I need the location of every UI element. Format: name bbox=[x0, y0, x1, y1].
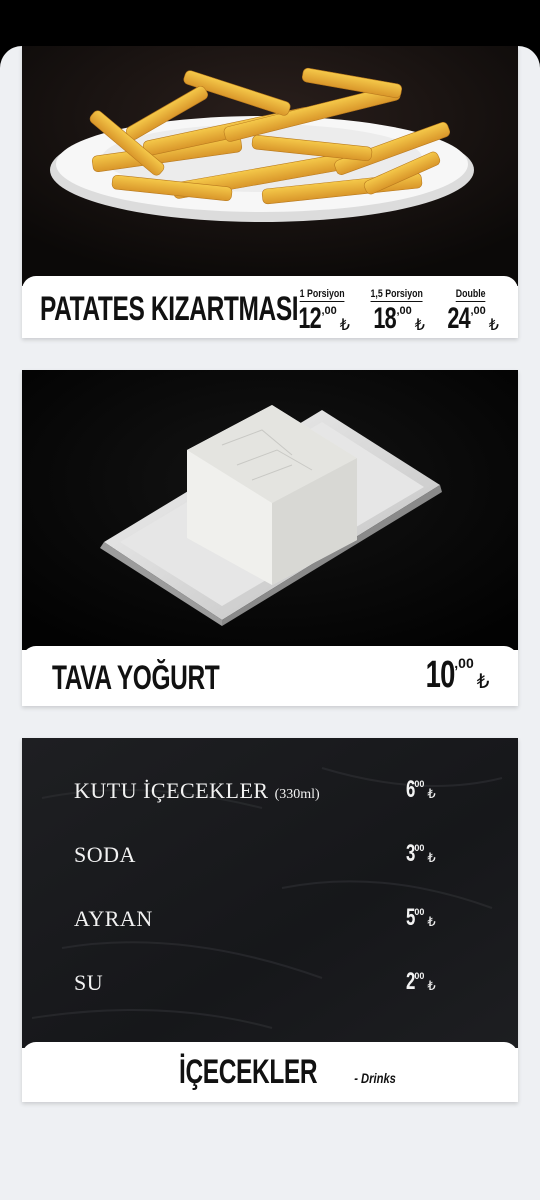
menu-card-yogurt[interactable]: TAVA YOĞURT 10 ,00 ₺ bbox=[22, 370, 518, 706]
price-label: Double bbox=[456, 288, 486, 302]
price-decimal: ,00 bbox=[396, 305, 412, 317]
drink-row-soda: SODA 3 00 ₺ bbox=[74, 842, 464, 868]
drink-price: 6 00 ₺ bbox=[404, 778, 436, 802]
price-integer: 24 bbox=[447, 302, 471, 335]
drink-name: AYRAN bbox=[74, 906, 153, 931]
drink-row-water: SU 2 00 ₺ bbox=[74, 970, 464, 996]
price-decimal: ,00 bbox=[321, 305, 337, 317]
section-title: İÇECEKLER bbox=[178, 1052, 318, 1091]
price-decimal: 00 bbox=[414, 971, 425, 981]
price-integer: 2 bbox=[406, 968, 416, 995]
item-title: PATATES KIZARTMASI bbox=[40, 290, 299, 328]
drink-row-can: KUTU İÇECEKLER (330ml) 6 00 ₺ bbox=[74, 778, 464, 804]
drink-price: 3 00 ₺ bbox=[404, 842, 436, 866]
price-one-half-portion: 1,5 Porsiyon 18 ,00 ₺ bbox=[362, 284, 432, 334]
drink-price: 2 00 ₺ bbox=[404, 970, 436, 994]
lira-icon: ₺ bbox=[414, 317, 425, 334]
section-subtitle: - Drinks bbox=[354, 1069, 396, 1086]
drink-note: (330ml) bbox=[274, 787, 320, 802]
drink-name: SU bbox=[74, 970, 104, 995]
fries-label-bar: PATATES KIZARTMASI 1 Porsiyon 12 ,00 ₺ 1… bbox=[22, 276, 518, 338]
price-integer: 18 bbox=[373, 302, 397, 335]
drink-name: KUTU İÇECEKLER bbox=[74, 778, 269, 803]
drink-price: 5 00 ₺ bbox=[404, 906, 436, 930]
price-decimal: 00 bbox=[414, 843, 425, 853]
menu-page: PATATES KIZARTMASI 1 Porsiyon 12 ,00 ₺ 1… bbox=[0, 46, 540, 1200]
price-double: Double 24 ,00 ₺ bbox=[436, 284, 506, 334]
price-decimal: ,00 bbox=[454, 655, 474, 671]
price-decimal: 00 bbox=[414, 779, 425, 789]
price-integer: 5 bbox=[406, 904, 416, 931]
drinks-label-bar: İÇECEKLER - Drinks bbox=[22, 1042, 518, 1102]
price-integer: 3 bbox=[406, 840, 416, 867]
price-label: 1,5 Porsiyon bbox=[370, 288, 424, 302]
price-one-portion: 1 Porsiyon 12 ,00 ₺ bbox=[292, 284, 352, 334]
price-integer: 10 bbox=[425, 654, 456, 696]
price-integer: 6 bbox=[406, 776, 416, 803]
yogurt-label-bar: TAVA YOĞURT 10 ,00 ₺ bbox=[22, 646, 518, 706]
lira-icon: ₺ bbox=[476, 671, 490, 693]
fries-photo bbox=[22, 46, 518, 286]
lira-icon: ₺ bbox=[488, 317, 499, 334]
drink-row-ayran: AYRAN 5 00 ₺ bbox=[74, 906, 464, 932]
lira-icon: ₺ bbox=[427, 850, 436, 865]
lira-icon: ₺ bbox=[427, 978, 436, 993]
menu-card-fries[interactable]: PATATES KIZARTMASI 1 Porsiyon 12 ,00 ₺ 1… bbox=[22, 46, 518, 338]
item-title: TAVA YOĞURT bbox=[52, 659, 220, 697]
lira-icon: ₺ bbox=[339, 317, 350, 334]
yogurt-price: 10 ,00 ₺ bbox=[420, 654, 490, 696]
price-integer: 12 bbox=[298, 302, 322, 335]
menu-card-drinks[interactable]: KUTU İÇECEKLER (330ml) 6 00 ₺ SODA 3 00 … bbox=[22, 738, 518, 1102]
lira-icon: ₺ bbox=[427, 786, 436, 801]
lira-icon: ₺ bbox=[427, 914, 436, 929]
drink-name: SODA bbox=[74, 842, 136, 867]
price-decimal: 00 bbox=[414, 907, 425, 917]
price-decimal: ,00 bbox=[470, 305, 486, 317]
price-label: 1 Porsiyon bbox=[299, 288, 345, 302]
yogurt-photo bbox=[22, 370, 518, 650]
